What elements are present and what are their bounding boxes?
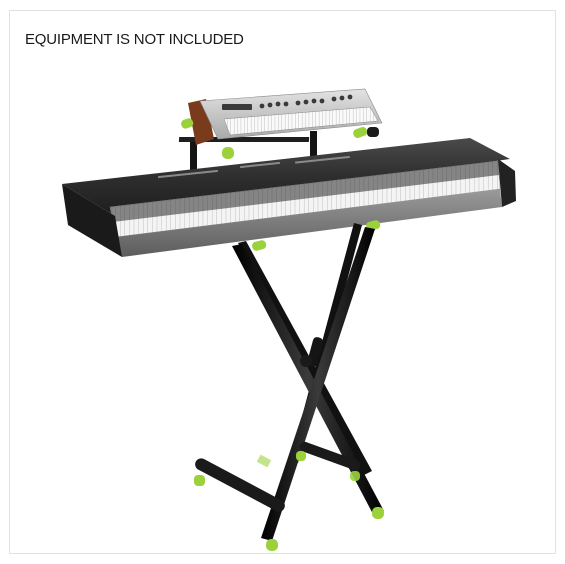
- x-stand: [194, 220, 384, 551]
- synthesizer: [181, 88, 383, 159]
- stage-piano: [62, 138, 516, 257]
- keyboard-stand-image: [62, 88, 516, 551]
- product-image-frame: EQUIPMENT IS NOT INCLUDED: [9, 10, 556, 554]
